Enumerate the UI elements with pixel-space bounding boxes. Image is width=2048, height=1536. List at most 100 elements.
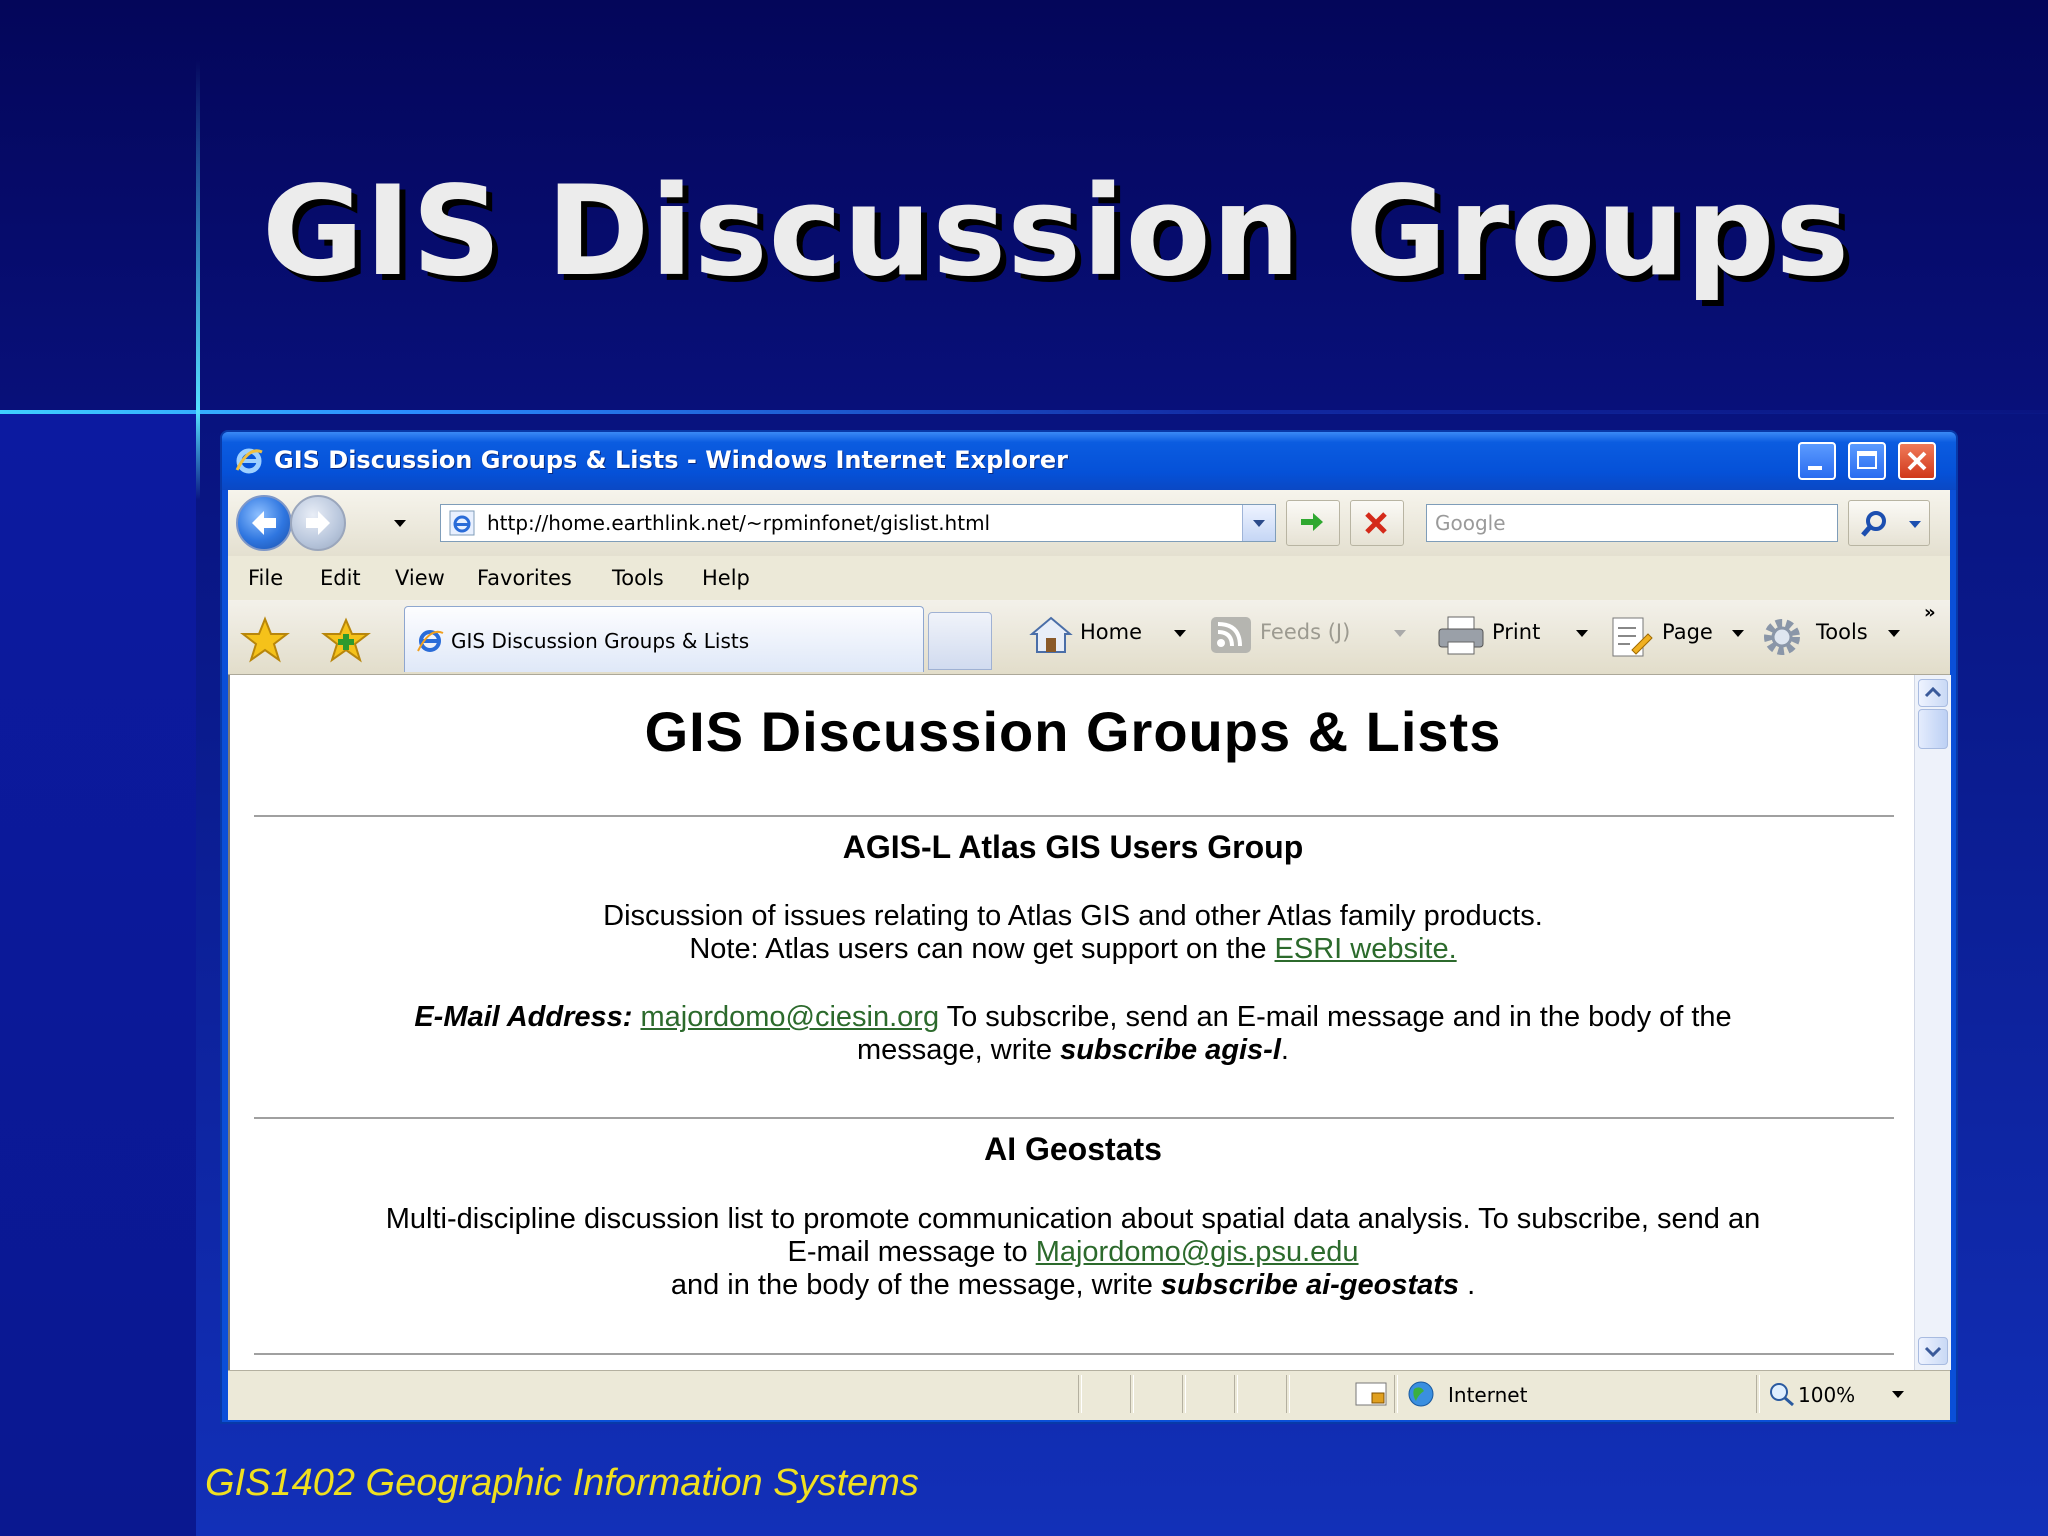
new-tab-button[interactable]	[928, 612, 992, 670]
email-link[interactable]: majordomo@ciesin.org	[640, 1001, 939, 1033]
page-ie-icon	[449, 510, 475, 536]
email-link[interactable]: Majordomo@gis.psu.edu	[1036, 1236, 1359, 1268]
ie-logo-icon	[235, 448, 263, 474]
email-text: E-mail message to	[787, 1236, 1036, 1268]
command-bar: GIS Discussion Groups & Lists Home Feeds…	[228, 600, 1950, 675]
zoom-dropdown[interactable]	[1892, 1391, 1904, 1398]
tab-ie-icon	[417, 630, 444, 652]
close-icon	[1907, 451, 1927, 471]
close-button[interactable]	[1898, 442, 1936, 480]
tab-current[interactable]: GIS Discussion Groups & Lists	[404, 606, 924, 672]
subscribe-text: and in the body of the message, write	[670, 1269, 1161, 1301]
minimize-button[interactable]	[1798, 442, 1836, 480]
menu-file[interactable]: File	[248, 566, 283, 590]
page-icon	[1612, 617, 1653, 657]
protected-mode-lock-icon	[1355, 1382, 1387, 1406]
home-icon[interactable]	[1028, 614, 1074, 656]
chevron-up-icon	[1924, 686, 1942, 698]
forward-icon	[306, 511, 330, 535]
slide-footer: GIS1402 Geographic Information Systems	[205, 1462, 919, 1504]
maximize-button[interactable]	[1848, 442, 1886, 480]
subscribe-text: message, write	[857, 1034, 1061, 1066]
home-dropdown[interactable]	[1174, 630, 1186, 637]
back-icon	[252, 511, 276, 535]
divider	[254, 815, 1894, 817]
maximize-icon	[1857, 451, 1877, 469]
subscribe-period: .	[1459, 1269, 1476, 1301]
browser-titlebar[interactable]: GIS Discussion Groups & Lists - Windows …	[222, 432, 1956, 490]
browser-body: http://home.earthlink.net/~rpminfonet/gi…	[228, 490, 1951, 1420]
menu-tools[interactable]: Tools	[612, 566, 664, 590]
minimize-icon	[1808, 466, 1822, 470]
menu-view[interactable]: View	[395, 566, 445, 590]
email-line: E-Mail Address: majordomo@ciesin.org To …	[230, 1001, 1914, 1034]
add-favorites-icon[interactable]	[320, 616, 372, 664]
feeds-icon	[1211, 617, 1251, 653]
chevron-down-icon	[1253, 520, 1265, 527]
search-placeholder: Google	[1435, 511, 1506, 535]
page-button[interactable]: Page	[1662, 620, 1713, 644]
vertical-glow-line	[196, 60, 200, 500]
home-button[interactable]: Home	[1080, 620, 1142, 644]
stop-icon	[1365, 512, 1387, 534]
feeds-button[interactable]: Feeds (J)	[1260, 620, 1350, 644]
recent-pages-dropdown[interactable]	[394, 520, 406, 527]
scroll-thumb[interactable]	[1918, 709, 1948, 749]
print-button[interactable]: Print	[1492, 620, 1540, 644]
email-line: E-mail message to Majordomo@gis.psu.edu	[230, 1236, 1914, 1269]
status-separator	[1286, 1375, 1290, 1413]
esri-website-link[interactable]: ESRI website.	[1275, 933, 1457, 965]
refresh-icon	[1301, 513, 1323, 531]
globe-icon	[1408, 1381, 1434, 1407]
address-dropdown[interactable]	[1242, 505, 1275, 541]
security-zone: Internet	[1448, 1383, 1528, 1407]
print-dropdown[interactable]	[1576, 630, 1588, 637]
status-separator	[1234, 1375, 1238, 1413]
search-input[interactable]: Google	[1426, 504, 1838, 542]
menu-help[interactable]: Help	[702, 566, 750, 590]
search-button[interactable]	[1848, 500, 1930, 546]
favorites-star-icon[interactable]	[240, 616, 290, 664]
stop-button[interactable]	[1350, 500, 1404, 546]
slide-title: GIS Discussion Groups	[262, 160, 1851, 304]
subscribe-line: message, write subscribe agis-l.	[230, 1034, 1914, 1067]
subscribe-line: and in the body of the message, write su…	[230, 1269, 1914, 1302]
zoom-icon	[1770, 1383, 1794, 1407]
subscribe-instructions: To subscribe, send an E-mail message and…	[939, 1001, 1732, 1033]
menu-favorites[interactable]: Favorites	[477, 566, 572, 590]
back-button[interactable]	[236, 495, 292, 551]
zoom-level[interactable]: 100%	[1798, 1383, 1855, 1407]
horizontal-glow-line	[0, 410, 2048, 414]
browser-window-title: GIS Discussion Groups & Lists - Windows …	[274, 446, 1068, 474]
email-label: E-Mail Address:	[414, 1001, 633, 1033]
tools-button[interactable]: Tools	[1816, 620, 1868, 644]
slide-left-band	[0, 413, 196, 1536]
divider	[254, 1353, 1894, 1355]
status-bar: Internet 100%	[228, 1370, 1950, 1417]
refresh-button[interactable]	[1286, 500, 1340, 546]
search-options-chevron-icon	[1909, 521, 1921, 528]
status-separator	[1078, 1375, 1082, 1413]
status-separator	[1130, 1375, 1134, 1413]
tools-dropdown[interactable]	[1888, 630, 1900, 637]
more-commands-chevron-icon[interactable]: »	[1924, 602, 1936, 623]
forward-button[interactable]	[290, 495, 346, 551]
address-url: http://home.earthlink.net/~rpminfonet/gi…	[487, 511, 991, 535]
feeds-dropdown[interactable]	[1394, 630, 1406, 637]
address-bar[interactable]: http://home.earthlink.net/~rpminfonet/gi…	[440, 504, 1276, 542]
browser-window: GIS Discussion Groups & Lists - Windows …	[220, 430, 1958, 1424]
scroll-down-button[interactable]	[1918, 1337, 1948, 1365]
page-heading: GIS Discussion Groups & Lists	[644, 700, 1502, 763]
subscribe-period: .	[1280, 1034, 1289, 1066]
status-separator	[1394, 1375, 1398, 1413]
search-icon	[1861, 511, 1886, 537]
web-page-content: GIS Discussion Groups & Lists AGIS-L Atl…	[228, 675, 1914, 1370]
note-text: Note: Atlas users can now get support on…	[689, 933, 1275, 965]
scroll-up-button[interactable]	[1918, 679, 1948, 707]
subscribe-command: subscribe ai-geostats	[1160, 1269, 1460, 1301]
page-dropdown[interactable]	[1732, 630, 1744, 637]
vertical-scrollbar[interactable]	[1914, 675, 1951, 1370]
status-separator	[1182, 1375, 1186, 1413]
section-title: AI Geostats	[984, 1131, 1162, 1167]
menu-edit[interactable]: Edit	[320, 566, 361, 590]
